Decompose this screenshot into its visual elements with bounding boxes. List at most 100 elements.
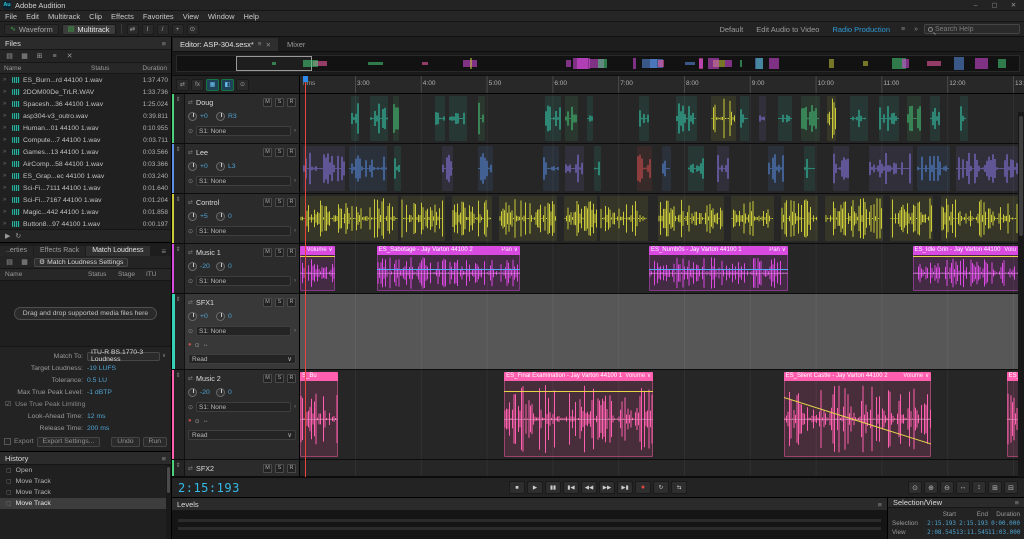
files-toolbar-icon[interactable]: ⊞	[34, 52, 45, 60]
track-color-strip[interactable]: ⇕	[172, 194, 185, 243]
mute-button[interactable]: M	[263, 374, 272, 383]
volume-knob[interactable]	[188, 162, 197, 171]
drag-handle-icon[interactable]: ⇄	[188, 375, 193, 382]
field-value[interactable]: ITU-R BS.1770-3 Loudness	[87, 352, 160, 361]
audio-clip[interactable]	[639, 96, 649, 141]
panel-menu-icon[interactable]: ≡	[158, 247, 169, 256]
audio-clip[interactable]	[917, 146, 950, 191]
audio-clip[interactable]: ES_Final Examination - Jay Varton 44100 …	[504, 372, 653, 457]
drag-handle-icon[interactable]: ⇄	[188, 299, 193, 306]
clip-header[interactable]: ES_Numb0s - Jay Varton 44100 1 Pan ∨	[649, 246, 788, 255]
transport-button[interactable]: ⇆	[671, 481, 687, 494]
audio-clip[interactable]	[759, 96, 766, 141]
track-color-strip[interactable]: ⇕	[172, 244, 185, 293]
pan-knob[interactable]	[216, 388, 225, 397]
drag-handle-icon[interactable]: ⇄	[188, 465, 193, 472]
pan-knob[interactable]	[216, 112, 225, 121]
file-row[interactable]: » ES_Grap...ec 44100 1.wav 0:03.240	[0, 170, 171, 182]
solo-button[interactable]: S	[275, 298, 284, 307]
match-footer-button[interactable]: Undo	[111, 437, 139, 447]
panel-menu-icon[interactable]: ≡	[878, 500, 882, 509]
volume-envelope[interactable]	[913, 256, 1024, 257]
audio-clip[interactable]	[564, 196, 597, 241]
export-checkbox[interactable]	[4, 438, 11, 445]
latch-icon[interactable]: ↔	[203, 418, 209, 424]
mixer-tab[interactable]: Mixer	[279, 38, 313, 51]
match-field-row[interactable]: ☑ Use True Peak Limiting ∨	[5, 399, 166, 409]
input-selector[interactable]: S1: None	[196, 176, 291, 186]
solo-button[interactable]: S	[275, 148, 284, 157]
workspace-menu-icon[interactable]: ≡	[898, 26, 908, 33]
record-enable-icon[interactable]: ●	[188, 342, 192, 348]
track-lane[interactable]: Volume ∨ ES_Sabotage - Jay Varton 44100 …	[300, 244, 1024, 293]
monitor-icon[interactable]: ⊙	[195, 342, 200, 349]
end-value[interactable]: 13:11.545	[956, 529, 988, 536]
file-row[interactable]: » Human...01 44100 1.wav 0:10.955	[0, 122, 171, 134]
file-row[interactable]: » asp304-v3_outro.wav 0:39.811	[0, 110, 171, 122]
column-itu[interactable]: ITU	[146, 271, 166, 278]
file-row[interactable]: » Sci-Fi...7111 44100 1.wav 0:01.640	[0, 182, 171, 194]
volume-knob[interactable]	[188, 212, 197, 221]
column-duration[interactable]: Duration	[123, 65, 167, 72]
menu-item[interactable]: Edit	[26, 12, 39, 21]
match-field-row[interactable]: Release Time: 200 ms ∨	[5, 423, 166, 433]
audio-clip[interactable]	[740, 96, 749, 141]
scrollbar[interactable]	[166, 465, 171, 539]
latch-icon[interactable]: ↔	[203, 342, 209, 348]
arm-record-button[interactable]: R	[287, 374, 296, 383]
column-status[interactable]: Status	[91, 65, 123, 72]
volume-knob[interactable]	[188, 262, 197, 271]
view-mode-button[interactable]: ∿ Waveform	[4, 24, 59, 35]
mute-button[interactable]: M	[263, 248, 272, 257]
mute-button[interactable]: M	[263, 198, 272, 207]
audio-clip[interactable]	[452, 196, 492, 241]
track-color-strip[interactable]: ⇕	[172, 294, 185, 369]
panel-menu-icon[interactable]: ≡	[1015, 498, 1019, 507]
track-lane[interactable]	[300, 144, 1024, 193]
solo-button[interactable]: S	[275, 464, 284, 473]
audio-clip[interactable]: ES_Sabotage - Jay Varton 44100 2 Pan ∨	[377, 246, 520, 291]
panel-menu-icon[interactable]: ≡	[162, 39, 166, 48]
clip-header[interactable]: ES_Final Examination - Jay Varton 44100 …	[504, 372, 653, 381]
lane-tool-button[interactable]: ⇄	[176, 79, 189, 91]
menu-item[interactable]: File	[5, 12, 17, 21]
match-loudness-settings-button[interactable]: ⚙ Match Loudness Settings	[34, 258, 128, 267]
audio-clip[interactable]	[658, 196, 723, 241]
audio-clip[interactable]	[827, 96, 836, 141]
solo-button[interactable]: S	[275, 98, 284, 107]
column-stage[interactable]: Stage	[118, 271, 146, 278]
files-toolbar-icon[interactable]: ▦	[19, 52, 30, 60]
session-overview[interactable]	[172, 52, 1024, 76]
menu-item[interactable]: View	[183, 12, 199, 21]
audio-clip[interactable]	[442, 146, 454, 191]
audio-clip[interactable]	[303, 146, 345, 191]
history-item[interactable]: ▢ Open	[0, 465, 171, 476]
track-color-strip[interactable]: ⇕	[172, 144, 185, 193]
automation-mode-selector[interactable]: Read ∨	[188, 354, 296, 364]
volume-value[interactable]: -20	[200, 389, 213, 396]
track-header[interactable]: ⇄ Doug M S R +0 R3	[185, 94, 300, 143]
volume-knob[interactable]	[188, 312, 197, 321]
track-name[interactable]: Music 1	[196, 248, 260, 257]
pan-envelope[interactable]	[649, 269, 788, 270]
search-input[interactable]	[935, 26, 1016, 33]
audio-clip[interactable]	[956, 146, 1018, 191]
audio-clip[interactable]	[394, 146, 401, 191]
file-row[interactable]: » 2DOM00De_TrLR.WAV 1:33.736	[0, 86, 171, 98]
mute-button[interactable]: M	[263, 148, 272, 157]
field-value[interactable]: 12 ms	[87, 413, 106, 420]
window-button[interactable]: –	[968, 0, 983, 10]
match-footer-button[interactable]: Run	[143, 437, 167, 447]
menu-item[interactable]: Favorites	[143, 12, 174, 21]
match-field-row[interactable]: Tolerance: 0.5 LU ∨	[5, 375, 166, 385]
menu-item[interactable]: Help	[244, 12, 259, 21]
transport-button[interactable]: ■	[509, 481, 525, 494]
clip-header[interactable]: ES_Sabotage - Jay Varton 44100 2 Pan ∨	[377, 246, 520, 255]
input-selector[interactable]: S1: None	[196, 226, 291, 236]
history-item[interactable]: ▢ Move Track	[0, 476, 171, 487]
track-name[interactable]: Music 2	[196, 374, 260, 383]
match-field-row[interactable]: Max True Peak Level: -1 dBTP ∨	[5, 387, 166, 397]
tool-button[interactable]: +	[172, 24, 184, 35]
transport-button[interactable]: ▶▶	[599, 481, 615, 494]
match-footer-button[interactable]: Export Settings...	[37, 437, 101, 447]
